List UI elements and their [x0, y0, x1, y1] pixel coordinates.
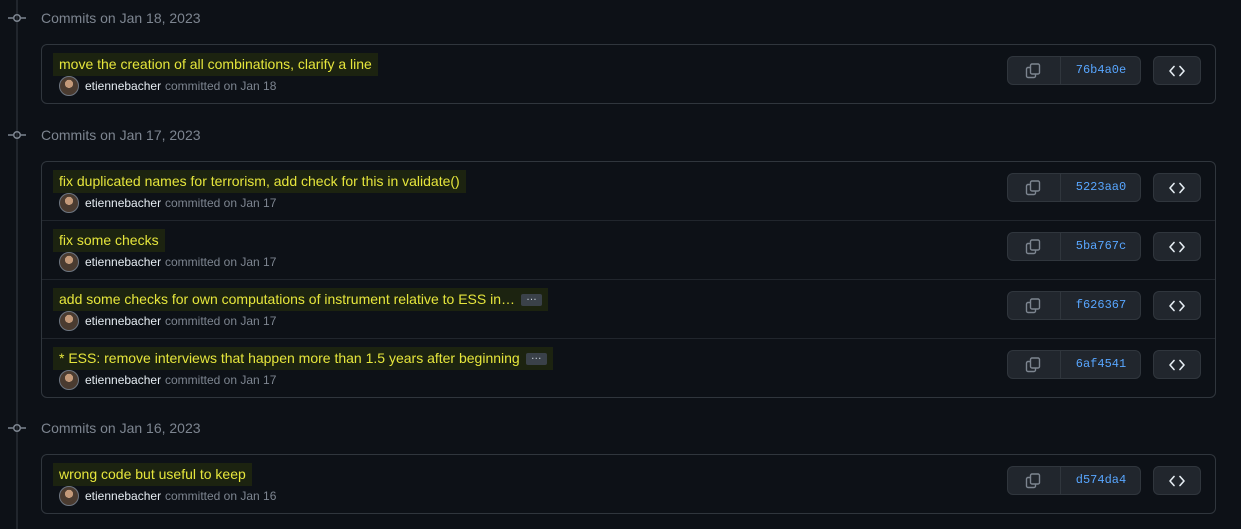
commit-group: move the creation of all combinations, c… [41, 44, 1216, 104]
commit-sha-link[interactable]: d574da4 [1061, 467, 1141, 494]
day-header: Commits on Jan 18, 2023 [0, 8, 1241, 28]
copy-sha-button[interactable] [1008, 292, 1061, 319]
avatar[interactable] [59, 370, 79, 390]
commit-message-link[interactable]: fix some checks [53, 229, 165, 252]
commit-group: wrong code but useful to keep etiennebach… [41, 454, 1216, 514]
commit-date: committed on Jan 17 [165, 255, 277, 269]
day-header: Commits on Jan 16, 2023 [0, 418, 1241, 438]
copy-sha-button[interactable] [1008, 351, 1061, 378]
sha-button-group: 5ba767c [1007, 232, 1141, 261]
author-link[interactable]: etiennebacher [85, 314, 161, 328]
day-header: Commits on Jan 17, 2023 [0, 125, 1241, 145]
commit-sha-link[interactable]: f626367 [1061, 292, 1141, 319]
day-title: Commits on Jan 17, 2023 [41, 127, 201, 143]
commit-actions: 5ba767c [1005, 232, 1201, 262]
commit-message: fix duplicated names for terrorism, add … [59, 173, 460, 189]
commit-sha-link[interactable]: 6af4541 [1061, 351, 1141, 378]
commit-message: fix some checks [59, 232, 159, 248]
expand-message-button[interactable]: … [521, 292, 542, 307]
commit-date: committed on Jan 17 [165, 373, 277, 387]
copy-sha-button[interactable] [1008, 174, 1061, 201]
commit-message: add some checks for own computations of … [59, 291, 515, 307]
avatar[interactable] [59, 252, 79, 272]
sha-button-group: 5223aa0 [1007, 173, 1141, 202]
browse-repo-button[interactable] [1153, 466, 1201, 495]
commit-actions: f626367 [1005, 291, 1201, 321]
commit-date: committed on Jan 17 [165, 196, 277, 210]
commit-actions: 6af4541 [1005, 350, 1201, 380]
sha-button-group: 6af4541 [1007, 350, 1141, 379]
git-commit-icon [8, 10, 26, 26]
sha-button-group: f626367 [1007, 291, 1141, 320]
sha-button-group: 76b4a0e [1007, 56, 1141, 85]
commit-row: fix some checks etiennebacher committed on… [42, 220, 1215, 279]
commit-date: committed on Jan 18 [165, 79, 277, 93]
commit-message-link[interactable]: wrong code but useful to keep [53, 463, 252, 486]
commit-row: add some checks for own computations of … [42, 279, 1215, 338]
sha-button-group: d574da4 [1007, 466, 1141, 495]
commit-message-link[interactable]: add some checks for own computations of … [53, 288, 548, 311]
commit-message-link[interactable]: * ESS: remove interviews that happen mor… [53, 347, 553, 370]
avatar[interactable] [59, 76, 79, 96]
commit-message: wrong code but useful to keep [59, 466, 246, 482]
git-commit-icon [8, 420, 26, 436]
browse-repo-button[interactable] [1153, 350, 1201, 379]
commit-message: * ESS: remove interviews that happen mor… [59, 350, 520, 366]
commit-date: committed on Jan 16 [165, 489, 277, 503]
commit-row: * ESS: remove interviews that happen mor… [42, 338, 1215, 397]
commit-sha-link[interactable]: 76b4a0e [1061, 57, 1141, 84]
expand-message-button[interactable]: … [525, 351, 547, 366]
commit-row: move the creation of all combinations, c… [42, 45, 1215, 103]
author-link[interactable]: etiennebacher [85, 373, 161, 387]
commit-sha-link[interactable]: 5ba767c [1061, 233, 1141, 260]
commit-message-link[interactable]: move the creation of all combinations, c… [53, 53, 378, 76]
author-link[interactable]: etiennebacher [85, 196, 161, 210]
commit-actions: d574da4 [1005, 466, 1201, 496]
commit-row: fix duplicated names for terrorism, add … [42, 162, 1215, 220]
copy-sha-button[interactable] [1008, 467, 1061, 494]
copy-sha-button[interactable] [1008, 233, 1061, 260]
avatar[interactable] [59, 311, 79, 331]
author-link[interactable]: etiennebacher [85, 79, 161, 93]
commit-actions: 76b4a0e [1005, 56, 1201, 86]
browse-repo-button[interactable] [1153, 56, 1201, 85]
commit-sha-link[interactable]: 5223aa0 [1061, 174, 1141, 201]
commit-date: committed on Jan 17 [165, 314, 277, 328]
commit-group: fix duplicated names for terrorism, add … [41, 161, 1216, 398]
commit-actions: 5223aa0 [1005, 173, 1201, 203]
browse-repo-button[interactable] [1153, 291, 1201, 320]
timeline-line [16, 0, 18, 529]
browse-repo-button[interactable] [1153, 173, 1201, 202]
commit-row: wrong code but useful to keep etiennebach… [42, 455, 1215, 513]
commits-timeline: Commits on Jan 18, 2023 move the creation… [0, 0, 1241, 529]
commit-message-link[interactable]: fix duplicated names for terrorism, add … [53, 170, 466, 193]
day-title: Commits on Jan 16, 2023 [41, 420, 201, 436]
git-commit-icon [8, 127, 26, 143]
browse-repo-button[interactable] [1153, 232, 1201, 261]
copy-sha-button[interactable] [1008, 57, 1061, 84]
avatar[interactable] [59, 486, 79, 506]
author-link[interactable]: etiennebacher [85, 489, 161, 503]
author-link[interactable]: etiennebacher [85, 255, 161, 269]
commit-message: move the creation of all combinations, c… [59, 56, 372, 72]
day-title: Commits on Jan 18, 2023 [41, 10, 201, 26]
avatar[interactable] [59, 193, 79, 213]
